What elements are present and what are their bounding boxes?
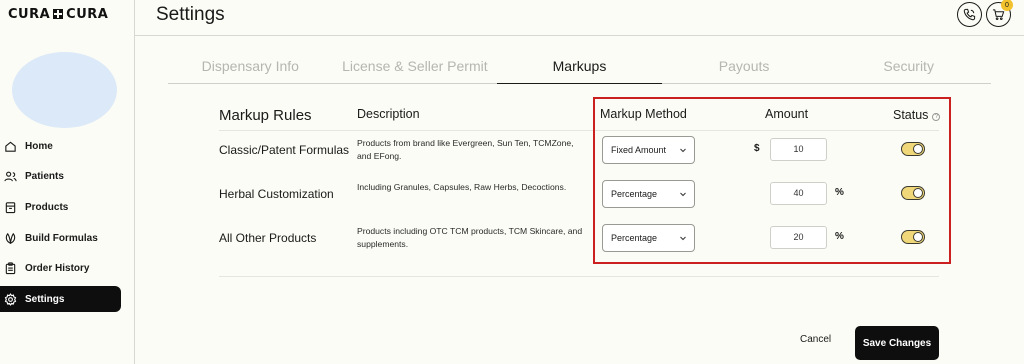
save-changes-button[interactable]: Save Changes: [855, 326, 939, 360]
tab-license-seller-permit[interactable]: License & Seller Permit: [333, 52, 498, 83]
tab-dispensary-info[interactable]: Dispensary Info: [168, 52, 333, 83]
cart-count-badge: 0: [1001, 0, 1013, 11]
gear-icon: [3, 292, 17, 306]
sidebar-item-settings[interactable]: Settings: [0, 286, 121, 313]
sidebar-item-build-formulas[interactable]: Build Formulas: [0, 225, 135, 251]
category-classic-patent: Classic/Patent Formulas: [219, 143, 350, 157]
sidebar-item-patients[interactable]: Patients: [0, 164, 135, 190]
sidebar: CURACURA Home Patients Products Build F: [0, 0, 135, 364]
sidebar-item-label: Build Formulas: [25, 232, 98, 244]
home-icon: [3, 139, 17, 153]
category-herbal-customization: Herbal Customization: [219, 187, 334, 201]
app-logo[interactable]: CURA CURA: [8, 7, 108, 22]
tab-security[interactable]: Security: [826, 52, 991, 83]
page-title: Settings: [156, 4, 225, 25]
call-button[interactable]: [957, 2, 982, 27]
clipboard-icon: [3, 262, 17, 276]
table-bottom-divider: [219, 276, 939, 277]
header-divider: [135, 35, 1024, 36]
description-text: Products from brand like Evergreen, Sun …: [357, 138, 574, 161]
tab-markups[interactable]: Markups: [497, 52, 662, 84]
phone-icon: [963, 8, 976, 21]
description-text: Including Granules, Capsules, Raw Herbs,…: [357, 182, 567, 192]
sidebar-item-label: Products: [25, 201, 69, 213]
tab-payouts[interactable]: Payouts: [662, 52, 827, 83]
sidebar-item-home[interactable]: Home: [0, 133, 135, 159]
markup-settings-highlight: [593, 97, 951, 264]
cart-button[interactable]: 0: [986, 0, 1013, 27]
sidebar-item-label: Patients: [25, 171, 64, 183]
category-all-other-products: All Other Products: [219, 231, 317, 245]
markup-rules-header: Markup Rules: [219, 107, 312, 124]
sidebar-item-order-history[interactable]: Order History: [0, 256, 135, 282]
description-text: Products including OTC TCM products, TCM…: [357, 226, 583, 249]
leaf-icon: [3, 231, 17, 245]
users-icon: [3, 170, 17, 184]
logo-cross-icon: [53, 9, 64, 19]
avatar[interactable]: [12, 52, 117, 128]
sidebar-item-label: Order History: [25, 263, 90, 275]
sidebar-item-label: Home: [25, 140, 53, 152]
description-header: Description: [357, 107, 420, 121]
settings-tabs: Dispensary Info License & Seller Permit …: [168, 52, 991, 84]
sidebar-item-label: Settings: [25, 293, 65, 305]
box-icon: [3, 200, 17, 214]
cancel-button[interactable]: Cancel: [800, 334, 831, 345]
sidebar-nav: Home Patients Products Build Formulas Or…: [0, 133, 135, 317]
sidebar-item-products[interactable]: Products: [0, 194, 135, 220]
